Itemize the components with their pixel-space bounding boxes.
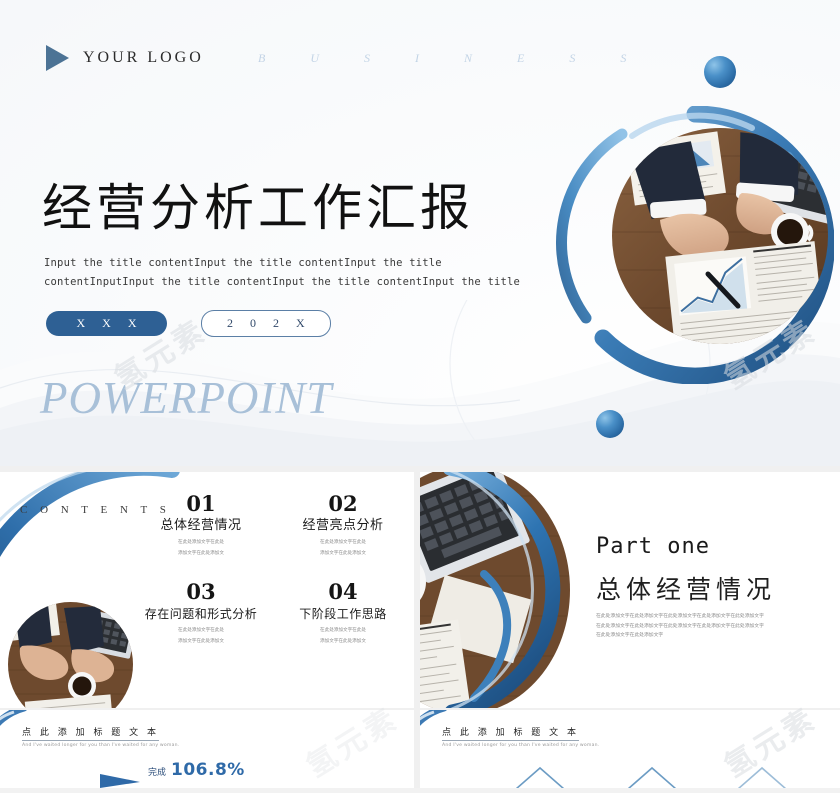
slide5-subheading: And I've waited longer for you than I've… <box>442 743 600 748</box>
contents-desc-line2: 添加文字在此处添加文 <box>178 639 224 644</box>
contents-item-02[interactable]: 02 经营亮点分析 在此处添加文字在此处 添加文字在此处添加文 <box>272 492 414 558</box>
badge-primary[interactable]: X X X <box>46 311 167 336</box>
contents-number: 04 <box>328 579 358 604</box>
contents-desc-line1: 在此处添加文字在此处 <box>320 628 366 633</box>
slide4-arc-decoration <box>0 710 27 726</box>
contents-title: 下阶段工作思路 <box>299 607 387 621</box>
contents-desc-line1: 在此处添加文字在此处 <box>178 540 224 545</box>
hero-photo <box>612 128 828 344</box>
slide-5-content[interactable]: 点 此 添 加 标 题 文 本 And I've waited longer f… <box>420 710 840 788</box>
contents-desc-line1: 在此处添加文字在此处 <box>320 540 366 545</box>
powerpoint-wordmark: POWERPOINT <box>40 373 333 423</box>
slide4-heading: 点 此 添 加 标 题 文 本 <box>22 725 160 741</box>
contents-desc-line2: 添加文字在此处添加文 <box>178 551 224 556</box>
contents-number: 02 <box>328 491 358 516</box>
contents-title: 经营亮点分析 <box>302 518 384 533</box>
contents-item-01[interactable]: 01 总体经营情况 在此处添加文字在此处 添加文字在此处添加文 <box>130 492 272 558</box>
cover-title: 经营分析工作汇报 <box>42 179 474 237</box>
decorative-sphere-bottom <box>596 410 624 438</box>
badge-year[interactable]: 2 0 2 X <box>201 310 331 337</box>
slide5-heading: 点 此 添 加 标 题 文 本 <box>442 725 580 741</box>
slide-1-cover[interactable]: YOUR LOGO B U S I N E S S 经营分析工作汇报 Input… <box>0 0 840 466</box>
chevron-shape-3[interactable] <box>726 766 798 788</box>
slide4-subheading: And I've waited longer for you than I've… <box>22 743 180 748</box>
chevron-shape-2[interactable] <box>616 766 688 788</box>
kpi-arrow-icon <box>100 772 156 793</box>
cover-badges: X X X 2 0 2 X <box>46 310 331 337</box>
section-part-label: Part one <box>596 534 710 559</box>
slide-2-contents[interactable]: C O N T E N T S 01 总体经营情况 在此处添加文字在此处 添加文… <box>0 472 414 708</box>
kpi-completion: 完成 106.8% <box>148 760 245 780</box>
chevron-shape-1[interactable] <box>504 766 576 788</box>
contents-number: 03 <box>186 579 216 604</box>
section-body-text: 在此处添加文字在此处添加文字在此处添加文字在此处添加文字在此处添加文字在此处添加… <box>596 614 764 638</box>
decorative-sphere-top <box>704 56 736 88</box>
contents-desc-line1: 在此处添加文字在此处 <box>178 628 224 633</box>
slide-3-section-divider[interactable]: Part one 总体经营情况 在此处添加文字在此处添加文字在此处添加文字在此处… <box>420 472 840 708</box>
section-title: 总体经营情况 <box>596 575 777 604</box>
contents-title: 总体经营情况 <box>160 518 242 533</box>
section-arc-decoration <box>443 472 561 708</box>
slide5-arc-decoration <box>420 710 447 726</box>
contents-desc-line2: 添加文字在此处添加文 <box>320 639 366 644</box>
kpi-value: 106.8% <box>171 760 245 780</box>
contents-item-03[interactable]: 03 存在问题和形式分析 在此处添加文字在此处 添加文字在此处添加文 <box>130 580 272 646</box>
contents-row-1: 01 总体经营情况 在此处添加文字在此处 添加文字在此处添加文 02 经营亮点分… <box>130 492 414 558</box>
contents-row-2: 03 存在问题和形式分析 在此处添加文字在此处 添加文字在此处添加文 04 下阶… <box>130 580 414 646</box>
contents-list: 01 总体经营情况 在此处添加文字在此处 添加文字在此处添加文 02 经营亮点分… <box>130 492 414 646</box>
cover-subtitle: Input the title contentInput the title c… <box>44 257 521 288</box>
contents-number: 01 <box>186 491 216 516</box>
contents-desc-line2: 添加文字在此处添加文 <box>320 551 366 556</box>
slide-deck-preview: YOUR LOGO B U S I N E S S 经营分析工作汇报 Input… <box>0 0 840 788</box>
contents-title: 存在问题和形式分析 <box>144 607 258 621</box>
business-word: B U S I N E S S <box>258 51 648 65</box>
logo-text: YOUR LOGO <box>83 49 204 66</box>
logo[interactable]: YOUR LOGO <box>46 45 204 71</box>
play-triangle-icon <box>46 45 69 71</box>
contents-item-04[interactable]: 04 下阶段工作思路 在此处添加文字在此处 添加文字在此处添加文 <box>272 580 414 646</box>
